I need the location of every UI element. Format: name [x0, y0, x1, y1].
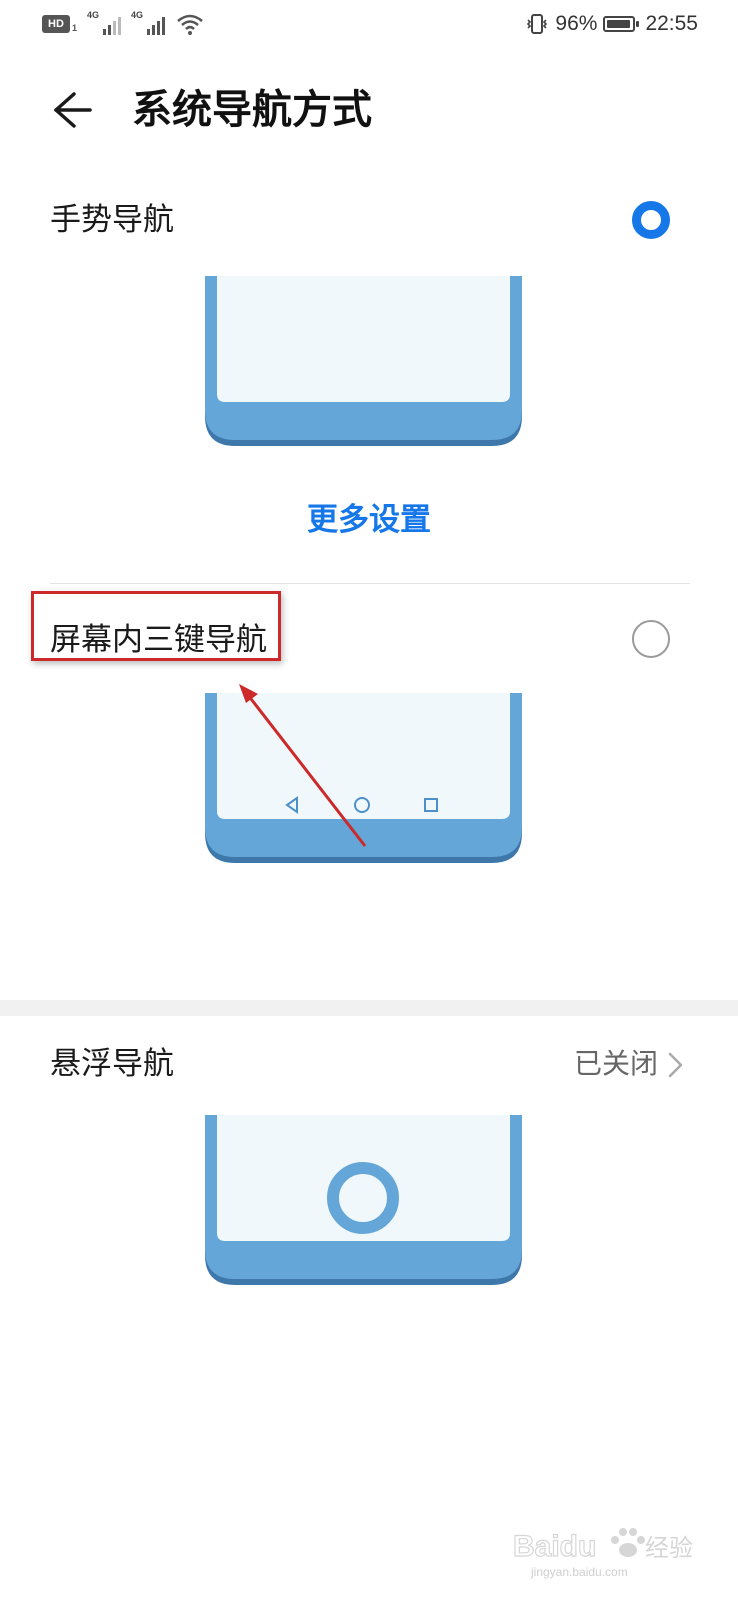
- watermark-cn: 经验: [645, 1534, 693, 1562]
- floating-nav-label[interactable]: 悬浮导航: [50, 1044, 174, 1084]
- baidu-jingyan-watermark: Baidu 经验 jingyan.baidu.com: [512, 1522, 698, 1580]
- watermark-url: jingyan.baidu.com: [530, 1565, 628, 1579]
- floating-nav-preview: [205, 1115, 522, 1285]
- section-separator: [0, 1000, 738, 1016]
- annotation-arrow: [239, 684, 367, 847]
- paw-icon: [611, 1528, 645, 1557]
- chevron-right-icon[interactable]: [662, 1050, 688, 1080]
- watermark-brand: Baidu: [513, 1530, 596, 1563]
- floating-nav-status[interactable]: 已关闭: [574, 1044, 658, 1084]
